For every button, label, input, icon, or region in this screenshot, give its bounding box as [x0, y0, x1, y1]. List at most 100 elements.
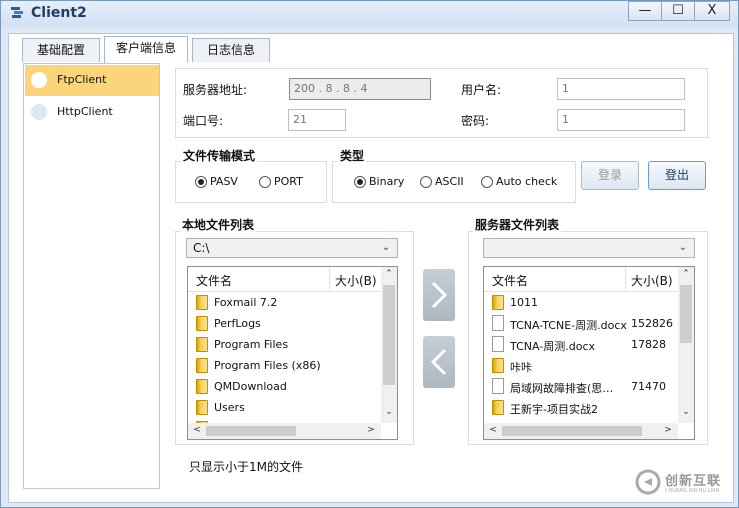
- list-item[interactable]: QMDownload: [188, 376, 397, 397]
- column-divider: [329, 267, 330, 291]
- folder-icon: [492, 295, 504, 310]
- list-item[interactable]: Foxmail 7.2: [188, 292, 397, 313]
- list-item[interactable]: TCNA-周测.docx 17828: [484, 334, 694, 355]
- list-item[interactable]: PerfLogs: [188, 313, 397, 334]
- scroll-down-icon[interactable]: ⌄: [679, 407, 693, 417]
- window-title: Client2: [31, 5, 87, 21]
- file-name: 1011: [510, 296, 538, 309]
- folder-icon: [196, 337, 208, 352]
- file-name: 王新宇-项目实战2: [510, 403, 598, 416]
- file-name: Users: [214, 401, 245, 414]
- tab-client-info[interactable]: 客户端信息: [104, 36, 188, 63]
- list-item[interactable]: TCNA-TCNE-周测.docx 152826: [484, 313, 694, 334]
- folder-icon: [196, 295, 208, 310]
- scroll-down-icon[interactable]: ⌄: [382, 407, 396, 417]
- server-vertical-scrollbar[interactable]: ⌃ ⌄: [678, 267, 694, 423]
- ascii-radio[interactable]: [420, 176, 432, 188]
- folder-icon: [492, 400, 504, 415]
- port-mode-label: PORT: [274, 175, 303, 188]
- scroll-thumb[interactable]: [502, 426, 642, 436]
- local-vertical-scrollbar[interactable]: ⌃ ⌄: [381, 267, 397, 423]
- file-name: Foxmail 7.2: [214, 296, 278, 309]
- folder-icon: [196, 400, 208, 415]
- type-label: 类型: [338, 147, 367, 164]
- client-type-list: FtpClient HttpClient: [23, 63, 160, 489]
- local-path-select[interactable]: C:\ ⌄: [186, 238, 398, 258]
- sidebar-item-httpclient[interactable]: HttpClient: [25, 97, 159, 128]
- scroll-left-icon[interactable]: <: [486, 425, 500, 435]
- password-input[interactable]: 1: [557, 109, 685, 131]
- status-dot-icon: [31, 72, 47, 88]
- file-size: 71470: [631, 380, 666, 393]
- maximize-button[interactable]: ☐: [661, 1, 695, 21]
- binary-label: Binary: [369, 175, 405, 188]
- local-horizontal-scrollbar[interactable]: < >: [188, 423, 381, 439]
- brand-logo-icon: [635, 469, 661, 495]
- list-item[interactable]: 局域网故障排查(思… 71470: [484, 376, 694, 397]
- pasv-label: PASV: [210, 175, 238, 188]
- document-icon: [492, 315, 504, 331]
- column-header-size[interactable]: 大小(B): [631, 272, 673, 289]
- app-icon: [11, 7, 23, 18]
- scroll-thumb[interactable]: [206, 426, 296, 436]
- login-button[interactable]: 登录: [581, 161, 639, 190]
- column-header-name[interactable]: 文件名: [196, 272, 232, 289]
- tab-basic-config[interactable]: 基础配置: [22, 38, 100, 62]
- folder-icon: [492, 358, 504, 373]
- column-header-size[interactable]: 大小(B): [335, 272, 377, 289]
- scroll-thumb[interactable]: [680, 285, 692, 343]
- sidebar-item-label: HttpClient: [57, 105, 113, 118]
- column-header-name[interactable]: 文件名: [492, 272, 528, 289]
- list-item[interactable]: 1011: [484, 292, 694, 313]
- scroll-thumb[interactable]: [383, 285, 395, 385]
- folder-icon: [196, 379, 208, 394]
- port-input[interactable]: 21: [288, 109, 346, 131]
- auto-check-label: Auto check: [496, 175, 558, 188]
- watermark-subtext: CHUANG XIN HU LIAN: [665, 488, 720, 494]
- port-radio[interactable]: [259, 176, 271, 188]
- binary-radio[interactable]: [354, 176, 366, 188]
- local-files-label: 本地文件列表: [180, 216, 257, 233]
- close-button[interactable]: X: [694, 1, 730, 21]
- list-item[interactable]: 咔咔: [484, 355, 694, 376]
- scroll-up-icon[interactable]: ⌃: [679, 269, 693, 279]
- file-size: 17828: [631, 338, 666, 351]
- logout-button[interactable]: 登出: [648, 161, 706, 190]
- minimize-button[interactable]: —: [628, 1, 662, 21]
- list-item[interactable]: Program Files: [188, 334, 397, 355]
- server-address-label: 服务器地址:: [183, 83, 248, 97]
- server-horizontal-scrollbar[interactable]: < >: [484, 423, 678, 439]
- arrow-right-icon: [431, 281, 448, 309]
- download-button[interactable]: [423, 336, 455, 388]
- pasv-radio[interactable]: [195, 176, 207, 188]
- app-window: Client2 — ☐ X 基础配置 客户端信息 日志信息 FtpClient …: [0, 0, 739, 508]
- title-bar[interactable]: Client2 — ☐ X: [1, 1, 738, 27]
- scroll-up-icon[interactable]: ⌃: [382, 269, 396, 279]
- list-item[interactable]: 王新宇-项目实战2: [484, 397, 694, 418]
- file-name: Program Files (x86): [214, 359, 321, 372]
- folder-icon: [196, 358, 208, 373]
- list-item[interactable]: Program Files (x86): [188, 355, 397, 376]
- tab-log-info[interactable]: 日志信息: [192, 38, 270, 62]
- file-name: TCNA-TCNE-周测.docx: [510, 319, 627, 332]
- upload-button[interactable]: [423, 269, 455, 321]
- sidebar-item-ftpclient[interactable]: FtpClient: [25, 65, 159, 96]
- file-size: 152826: [631, 317, 673, 330]
- scroll-right-icon[interactable]: >: [661, 425, 675, 435]
- watermark-text: 创新互联: [665, 474, 722, 489]
- username-input[interactable]: 1: [557, 78, 685, 100]
- auto-check-radio[interactable]: [481, 176, 493, 188]
- document-icon: [492, 378, 504, 394]
- server-path-select[interactable]: ⌄: [483, 238, 695, 258]
- scroll-right-icon[interactable]: >: [364, 425, 378, 435]
- list-item[interactable]: Users: [188, 397, 397, 418]
- port-label: 端口号:: [183, 114, 224, 128]
- ascii-label: ASCII: [435, 175, 464, 188]
- file-name: QMDownload: [214, 380, 287, 393]
- server-file-list[interactable]: 文件名 大小(B) 1011 TCNA-TCNE-周测.docx 152826 T…: [483, 266, 695, 440]
- server-address-input[interactable]: 200 . 8 . 8 . 4: [289, 78, 431, 100]
- file-name: 局域网故障排查(思…: [510, 382, 614, 395]
- scroll-left-icon[interactable]: <: [190, 425, 204, 435]
- local-file-list[interactable]: 文件名 大小(B) Foxmail 7.2 PerfLogs Program F…: [187, 266, 398, 440]
- local-path-value: C:\: [193, 241, 210, 255]
